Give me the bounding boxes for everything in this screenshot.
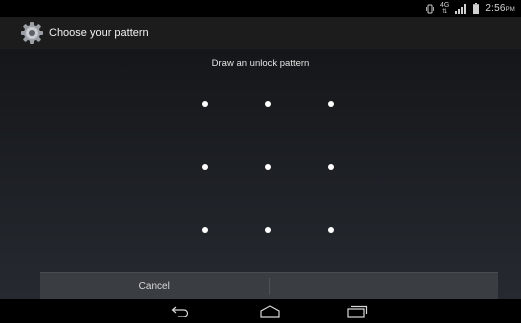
status-bar: 4G ⇅ 2:56PM	[0, 0, 521, 17]
action-bar: Choose your pattern	[0, 17, 521, 50]
instruction-text: Draw an unlock pattern	[211, 58, 310, 69]
page-title: Choose your pattern	[49, 27, 149, 39]
pattern-grid[interactable]	[180, 72, 357, 267]
pattern-dot-2[interactable]	[265, 101, 271, 107]
cancel-button[interactable]: Cancel	[40, 273, 269, 300]
pattern-dot-4[interactable]	[202, 164, 208, 170]
home-icon[interactable]	[257, 303, 283, 319]
button-bar: Cancel	[40, 272, 498, 300]
status-icons: 4G ⇅ 2:56PM	[426, 2, 515, 15]
pattern-dot-3[interactable]	[328, 101, 334, 107]
pattern-dot-9[interactable]	[328, 227, 334, 233]
clock: 2:56PM	[485, 3, 515, 14]
pattern-dot-8[interactable]	[265, 227, 271, 233]
recent-apps-icon[interactable]	[344, 303, 370, 319]
battery-icon	[473, 3, 480, 14]
continue-button[interactable]	[270, 273, 499, 300]
pattern-content: Draw an unlock pattern Cancel	[0, 49, 521, 300]
pattern-dot-7[interactable]	[202, 227, 208, 233]
settings-gear-icon[interactable]	[20, 21, 44, 45]
vibrate-icon	[426, 4, 434, 14]
pattern-dot-1[interactable]	[202, 101, 208, 107]
clock-suffix: PM	[505, 7, 515, 13]
signal-icon	[455, 3, 467, 14]
back-icon[interactable]	[168, 303, 194, 319]
screen: 4G ⇅ 2:56PM Choose your pattern Draw an …	[0, 0, 521, 323]
network-4g-icon: 4G ⇅	[440, 2, 449, 15]
pattern-dot-5[interactable]	[265, 164, 271, 170]
pattern-dot-6[interactable]	[328, 164, 334, 170]
navigation-bar	[0, 299, 521, 323]
arrows-glyph: ⇅	[442, 8, 448, 15]
clock-time: 2:56	[485, 3, 506, 14]
